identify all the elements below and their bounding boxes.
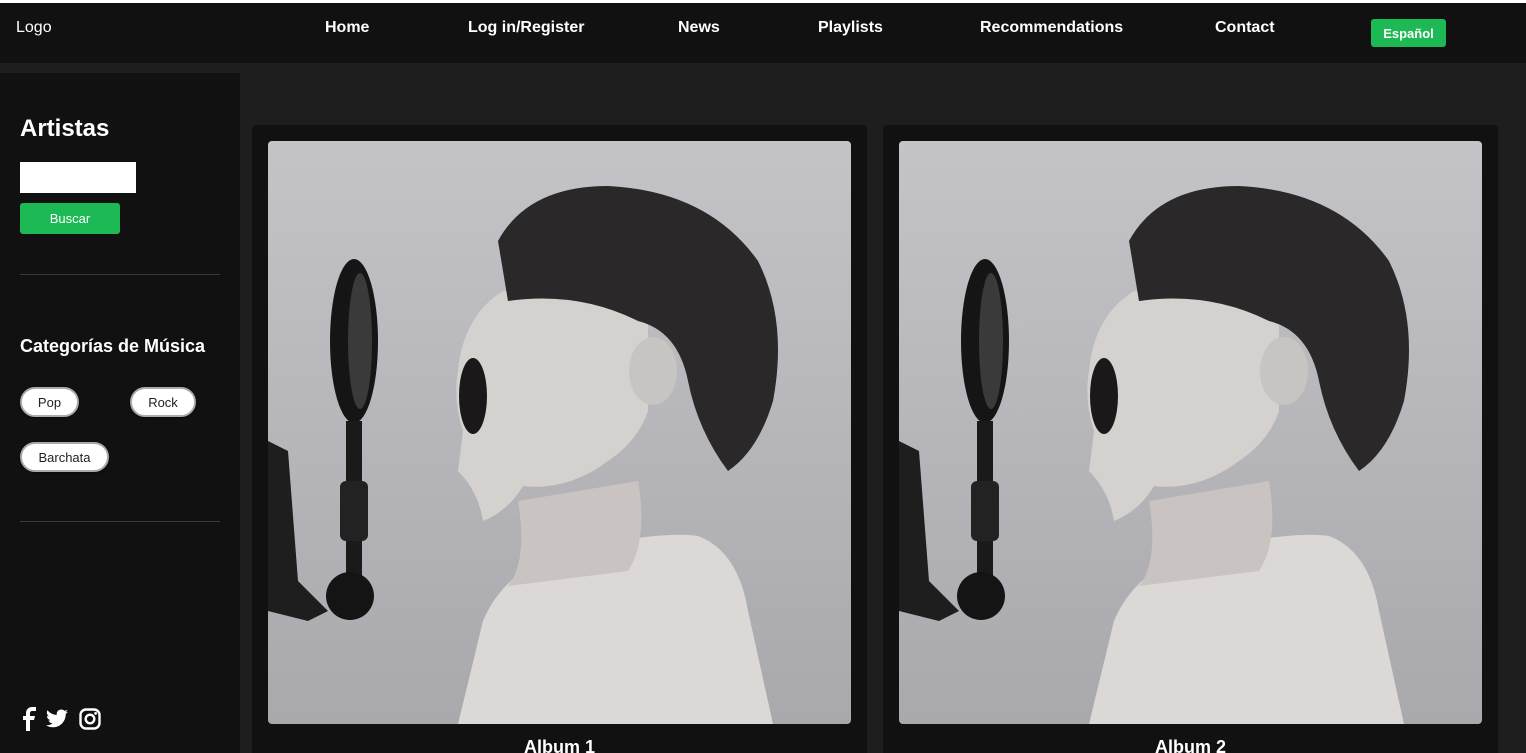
artists-heading: Artistas <box>20 115 110 142</box>
artist-search-input[interactable] <box>20 162 136 193</box>
album-title[interactable]: Album 1 <box>252 737 867 753</box>
nav-recommendations[interactable]: Recommendations <box>980 19 1123 37</box>
categories-heading: Categorías de Música <box>20 336 206 356</box>
language-button[interactable]: Español <box>1371 19 1446 47</box>
nav-news[interactable]: News <box>678 19 720 37</box>
album-card[interactable]: Album 2 <box>883 125 1498 753</box>
nav-playlists[interactable]: Playlists <box>818 19 883 37</box>
nav-home[interactable]: Home <box>325 19 369 37</box>
instagram-icon[interactable] <box>78 707 102 731</box>
divider <box>20 521 220 522</box>
album-cover-image[interactable] <box>899 141 1482 724</box>
search-button[interactable]: Buscar <box>20 203 120 234</box>
album-card[interactable]: Album 1 <box>252 125 867 753</box>
divider <box>20 274 220 275</box>
sidebar: Artistas Buscar Categorías de Música Pop… <box>0 73 240 753</box>
album-title[interactable]: Album 2 <box>883 737 1498 753</box>
album-cover-image[interactable] <box>268 141 851 724</box>
nav-contact[interactable]: Contact <box>1215 19 1275 37</box>
category-chip-barchata[interactable]: Barchata <box>20 442 109 472</box>
twitter-icon[interactable] <box>44 707 70 731</box>
facebook-icon[interactable] <box>18 707 42 731</box>
nav-login-register[interactable]: Log in/Register <box>468 19 584 37</box>
category-chip-pop[interactable]: Pop <box>20 387 79 417</box>
top-navbar: Logo Home Log in/Register News Playlists… <box>0 3 1526 63</box>
category-chip-rock[interactable]: Rock <box>130 387 196 417</box>
logo[interactable]: Logo <box>16 19 52 37</box>
page: Logo Home Log in/Register News Playlists… <box>0 3 1526 753</box>
